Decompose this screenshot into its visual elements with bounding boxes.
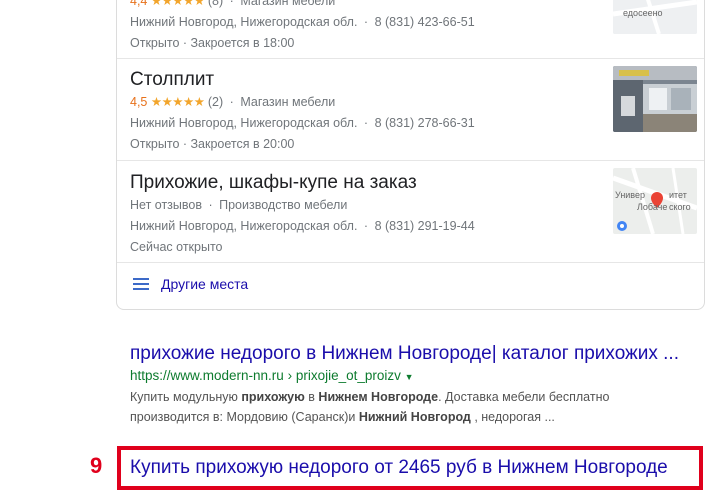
address-text: Нижний Новгород, Нижегородская обл. [130,116,358,130]
place-photo-thumbnail-2[interactable] [613,66,697,132]
map-label: итет [669,190,687,200]
category-label: Магазин мебели [240,95,336,109]
divider [117,262,704,263]
result-snippet: производится в: Мордовию (Саранск)и Нижн… [130,410,555,424]
no-reviews-label: Нет отзывов [130,198,202,212]
rating-stars: ★★★★★ [150,95,205,109]
divider [117,58,704,59]
result-title-link[interactable]: Купить прихожую недорого от 2465 руб в Н… [130,456,668,480]
hours-text: Открыто · Закроется в 20:00 [130,137,295,151]
rating-stars: ★★★★★ [150,0,205,8]
result-title-link[interactable]: прихожие недорого в Нижнем Новгороде| ка… [130,342,679,366]
phone-text: 8 (831) 291-19-44 [374,219,475,233]
dropdown-arrow-icon[interactable]: ▼ [405,372,414,382]
map-label: Лобаче [637,202,668,212]
place-map-thumbnail-1[interactable]: едосеено [613,0,697,34]
hours-text: Сейчас открыто [130,240,223,254]
phone-text: 8 (831) 423-66-51 [374,15,475,29]
review-count: (2) [207,95,224,109]
map-thumbnail-icon [613,168,697,234]
map-label: Универ [615,190,646,200]
address-text: Нижний Новгород, Нижегородская обл. [130,219,358,233]
category-label: Производство мебели [219,198,348,212]
result-snippet: Купить модульную прихожую в Нижнем Новго… [130,390,610,404]
divider [117,160,704,161]
search-result-8: прихожие недорого в Нижнем Новгороде| ка… [130,342,679,427]
more-places-link[interactable]: Другие места [133,272,248,296]
result-breadcrumb[interactable]: › prixojie_ot_proizv [288,368,401,383]
result-url[interactable]: https://www.modern-nn.ru [130,368,284,383]
phone-text: 8 (831) 278-66-31 [374,116,475,130]
map-label: едосеено [623,8,663,18]
hours-text: Открыто · Закроется в 18:00 [130,36,295,50]
more-places-label: Другие места [161,276,249,292]
rating-value: 4,5 [130,95,148,109]
place-map-thumbnail-3[interactable]: Универ итет Лобаче ского [613,168,697,234]
review-count: (8) [207,0,224,8]
result-url-row: https://www.modern-nn.ru › prixojie_ot_p… [130,366,679,387]
map-label: ского [669,202,691,212]
rank-number-badge: 9 [90,453,103,478]
category-label: Магазин мебели [240,0,336,8]
store-photo-image [613,66,697,132]
address-text: Нижний Новгород, Нижегородская обл. [130,15,358,29]
list-icon [133,278,149,290]
rating-value: 4,4 [130,0,148,8]
